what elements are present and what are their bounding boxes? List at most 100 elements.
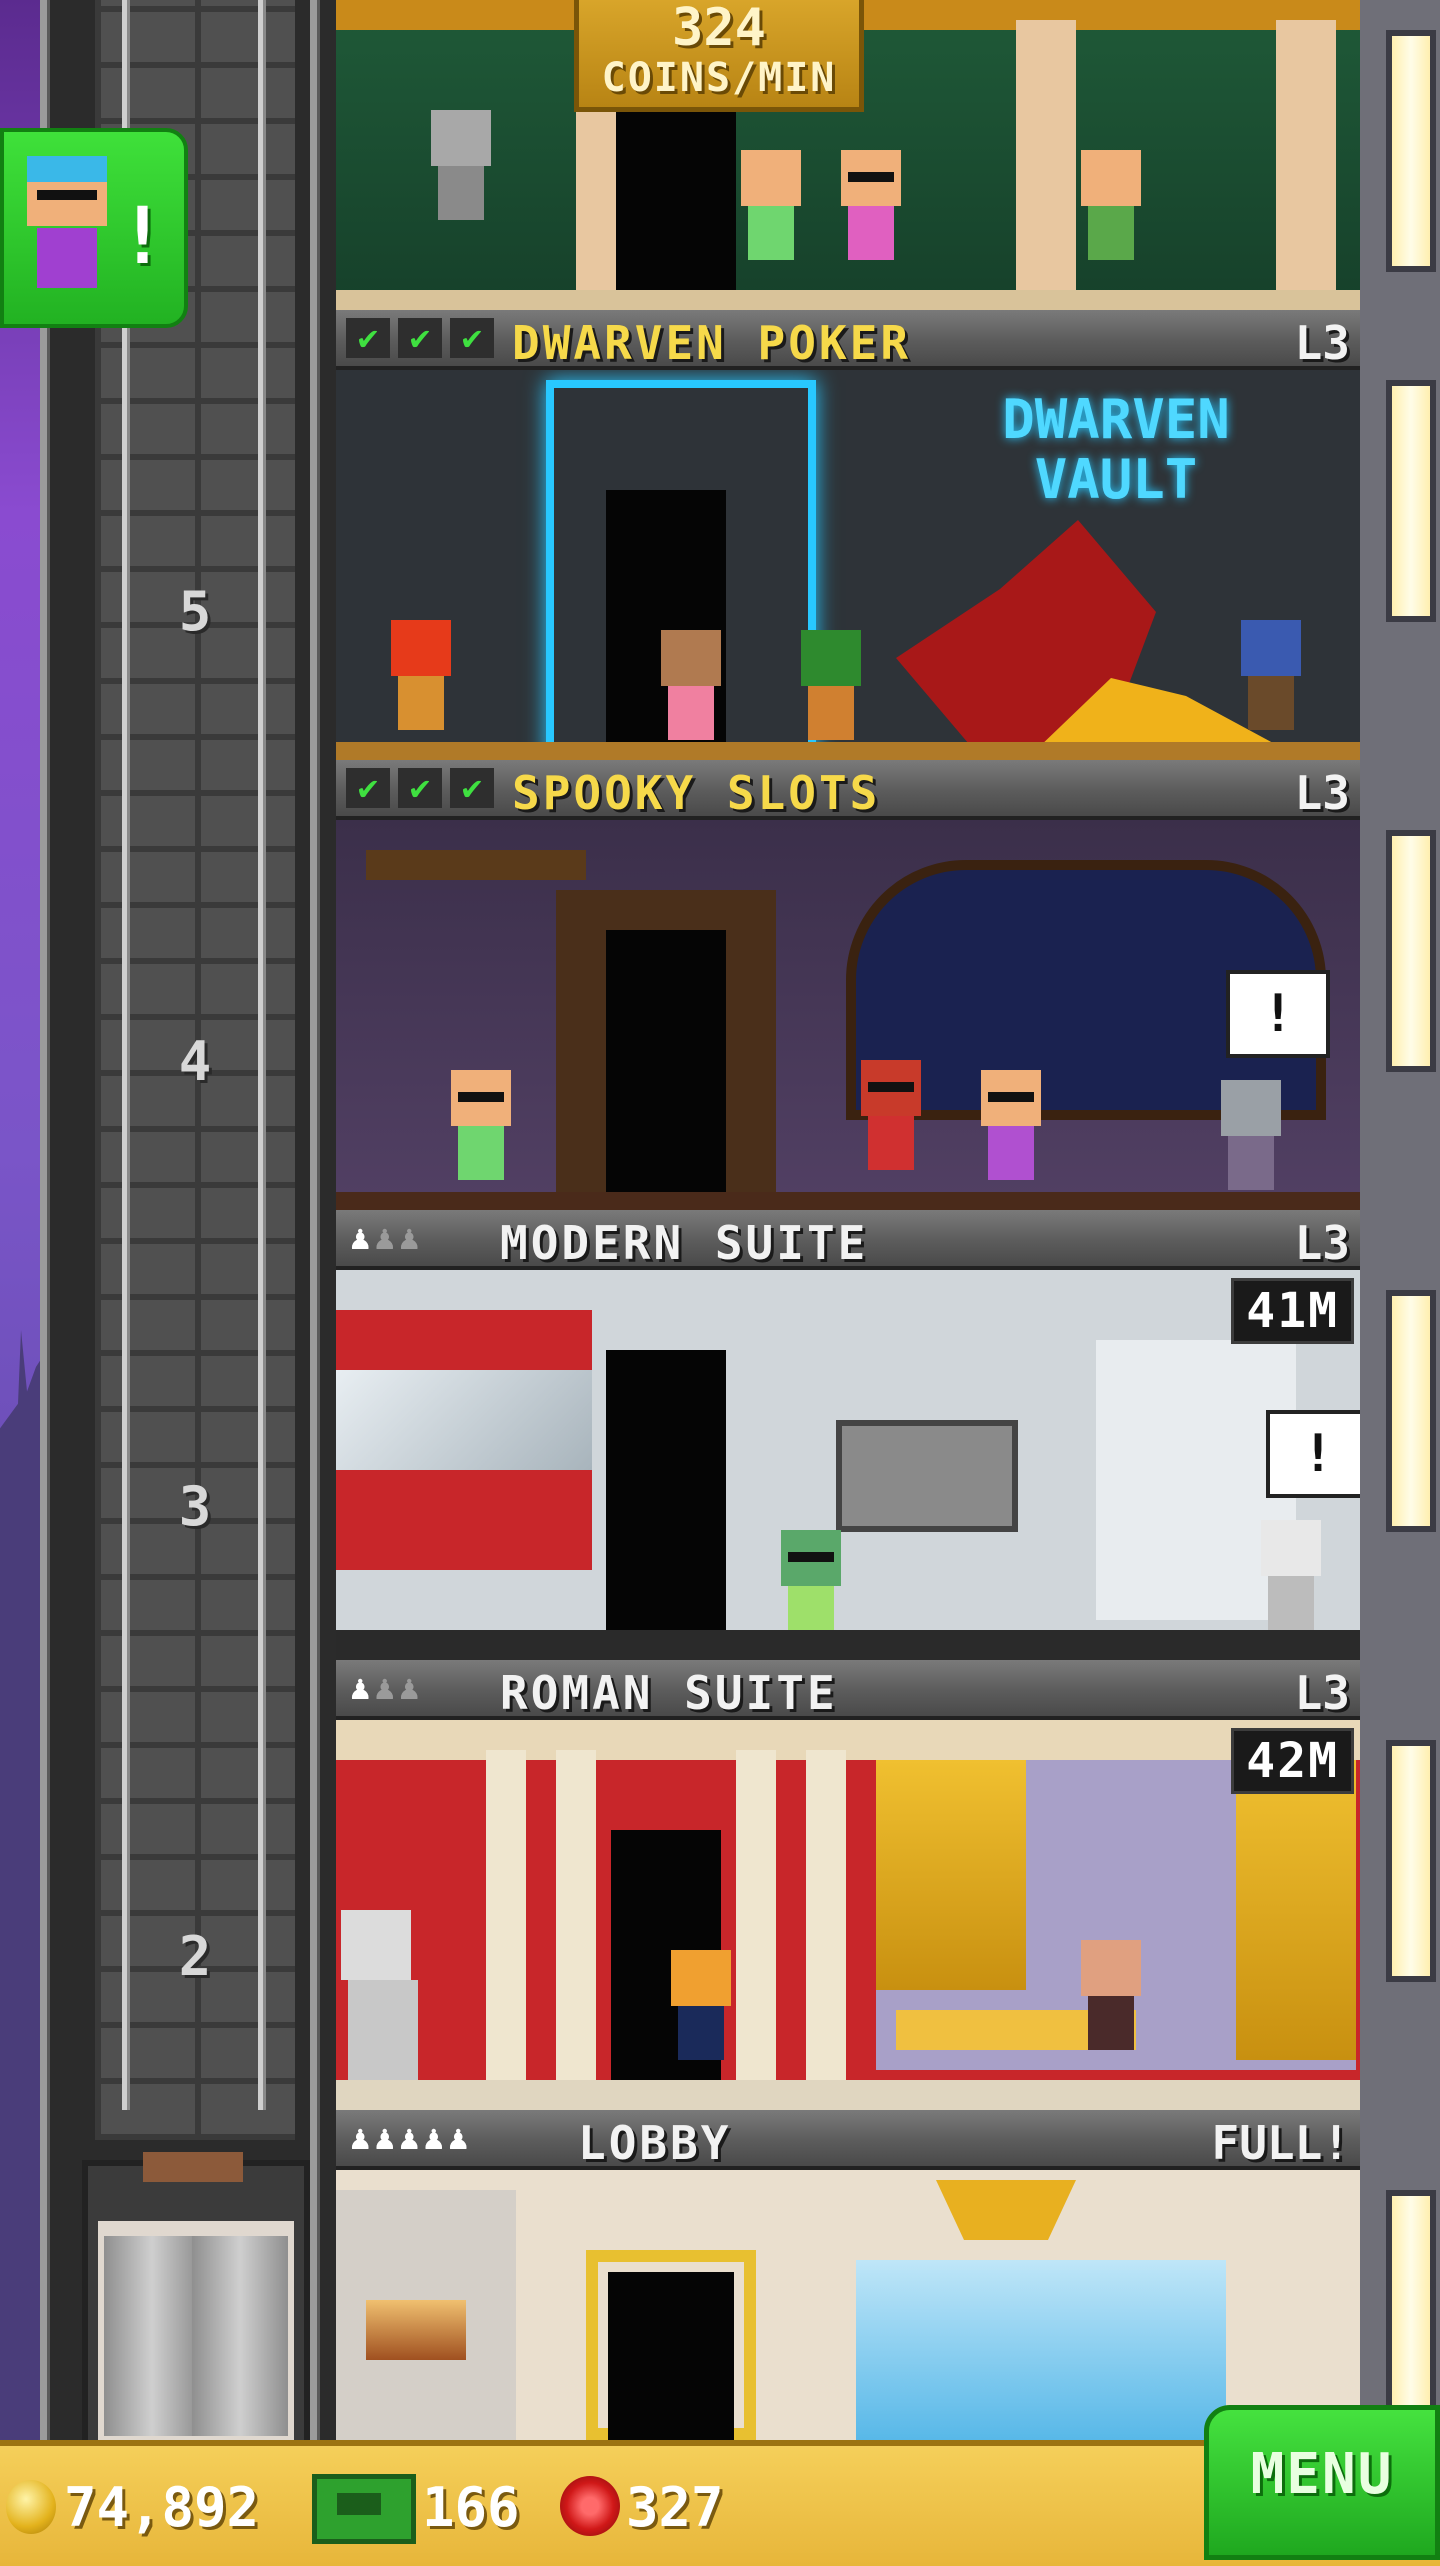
exterior-window xyxy=(1386,1740,1436,1982)
check-icon: ✔ xyxy=(346,768,390,808)
floor-number-4: 4 xyxy=(178,1030,212,1093)
resident-indicator: ♟ ♟ ♟ xyxy=(350,1668,423,1708)
wall-window xyxy=(336,1370,592,1470)
elevator-car[interactable] xyxy=(82,2152,310,2452)
aquarium xyxy=(856,2260,1226,2440)
person-icon: ♟ xyxy=(374,1668,395,1708)
floor-dwarven-poker[interactable]: ✔ ✔ ✔ DWARVEN POKER L3 DWARVEN VAULT xyxy=(336,310,1360,760)
bitizen[interactable] xyxy=(656,630,726,750)
floor-ledge xyxy=(336,290,1360,310)
pillar xyxy=(1016,20,1076,290)
visitor-hat xyxy=(27,156,107,182)
floor-level: L3 xyxy=(1294,766,1350,820)
check-icon: ✔ xyxy=(398,318,442,358)
bitizen[interactable] xyxy=(666,1950,736,2070)
floor-label-bar: ♟ ♟ ♟ ROMAN SUITE L3 xyxy=(336,1660,1360,1720)
elevator-door-left xyxy=(104,2236,200,2436)
robot-character[interactable] xyxy=(1256,1520,1326,1640)
visitor-alert-icon: ! xyxy=(119,192,166,282)
floor-level: L3 xyxy=(1294,316,1350,370)
exterior-window xyxy=(1386,1290,1436,1532)
floor-level: L3 xyxy=(1294,1666,1350,1720)
check-icon: ✔ xyxy=(398,768,442,808)
person-icon: ♟ xyxy=(374,2118,395,2158)
resident-indicator: ♟ ♟ ♟ ♟ ♟ xyxy=(350,2118,472,2158)
price-tag: 42M xyxy=(1231,1728,1354,1794)
bitizen[interactable] xyxy=(836,150,906,270)
person-icon: ♟ xyxy=(398,1668,420,1708)
floor-spooky-slots[interactable]: ✔ ✔ ✔ SPOOKY SLOTS L3 ! xyxy=(336,760,1360,1210)
floor-ledge xyxy=(336,2080,1360,2110)
check-icon: ✔ xyxy=(450,768,494,808)
chandelier xyxy=(936,2180,1076,2240)
spooky-slots-scene[interactable]: ! xyxy=(336,820,1360,1210)
check-icon: ✔ xyxy=(346,318,390,358)
chandelier xyxy=(366,850,586,880)
tower-floors: ✔ ✔ ✔ DWARVEN POKER L3 DWARVEN VAULT ✔ ✔… xyxy=(336,0,1360,2440)
column xyxy=(806,1750,846,2080)
resident-indicator: ♟ ♟ ♟ xyxy=(350,1218,423,1258)
pillar xyxy=(1276,20,1336,290)
floor-lobby[interactable]: ♟ ♟ ♟ ♟ ♟ LOBBY FULL! xyxy=(336,2110,1360,2440)
exterior-window xyxy=(1386,2190,1436,2432)
column xyxy=(736,1750,776,2080)
floor-ledge xyxy=(336,1630,1360,1660)
floor-number-5: 5 xyxy=(178,580,212,643)
floor-roman-suite[interactable]: ♟ ♟ ♟ ROMAN SUITE L3 42M xyxy=(336,1660,1360,2110)
zombie-character[interactable] xyxy=(1216,1080,1286,1200)
coins-per-min-unit: COINS/MIN xyxy=(601,55,837,101)
floor-name: LOBBY xyxy=(578,2116,732,2170)
floor-label-bar: ✔ ✔ ✔ SPOOKY SLOTS L3 xyxy=(336,760,1360,820)
sunset-painting xyxy=(366,2300,466,2360)
coins-per-min-sign: 324 COINS/MIN xyxy=(574,0,864,112)
alert-bubble[interactable]: ! xyxy=(1266,1410,1360,1498)
bitizen[interactable] xyxy=(976,1070,1046,1190)
person-icon: ♟ xyxy=(447,2118,469,2158)
bitizen[interactable] xyxy=(1076,1940,1146,2060)
person-icon: ♟ xyxy=(350,1668,371,1708)
bitizen[interactable] xyxy=(856,1060,926,1180)
wall-painting xyxy=(836,1420,1018,1532)
floor-level: L3 xyxy=(1294,1216,1350,1270)
exterior-window xyxy=(1386,30,1436,272)
floor-name: ROMAN SUITE xyxy=(500,1666,838,1720)
elevator-car-top xyxy=(143,2152,243,2182)
elf-character[interactable] xyxy=(796,630,866,750)
dwarf-character[interactable] xyxy=(386,620,456,740)
roman-suite-scene[interactable]: 42M xyxy=(336,1720,1360,2110)
roman-statue xyxy=(336,1910,466,2080)
dwarven-poker-scene[interactable]: DWARVEN VAULT xyxy=(336,370,1360,760)
floor-ledge xyxy=(336,742,1360,760)
lobby-scene[interactable] xyxy=(336,2170,1360,2440)
person-icon: ♟ xyxy=(423,2118,444,2158)
menu-button[interactable]: MENU xyxy=(1204,2405,1440,2560)
lobby-status: FULL! xyxy=(1211,2116,1350,2170)
person-icon: ♟ xyxy=(374,1218,395,1258)
gem-icon xyxy=(560,2476,620,2536)
dwarven-vault-sign: DWARVEN VAULT xyxy=(1002,388,1230,511)
visitor-avatar xyxy=(22,156,112,306)
person-icon: ♟ xyxy=(398,1218,420,1258)
floor-name: DWARVEN POKER xyxy=(512,316,912,370)
price-tag: 41M xyxy=(1231,1278,1354,1344)
shaft-rail-left xyxy=(40,0,50,2440)
floor-name: MODERN SUITE xyxy=(500,1216,869,1270)
coins-per-min-value: 324 xyxy=(672,0,766,58)
star-checks: ✔ ✔ ✔ xyxy=(346,768,502,808)
floor-label-bar: ✔ ✔ ✔ DWARVEN POKER L3 xyxy=(336,310,1360,370)
floor-label-bar: ♟ ♟ ♟ MODERN SUITE L3 xyxy=(336,1210,1360,1270)
alert-bubble[interactable]: ! xyxy=(1226,970,1330,1058)
gems-count: 327 xyxy=(626,2476,724,2539)
elevator-cable-right xyxy=(258,0,266,2110)
modern-suite-scene[interactable]: ! 41M xyxy=(336,1270,1360,1660)
bitizen[interactable] xyxy=(446,1070,516,1190)
exterior-window xyxy=(1386,380,1436,622)
bux-count: 166 xyxy=(422,2476,520,2539)
visitor-alert-button[interactable]: ! xyxy=(0,128,188,328)
wizard-dwarf-character[interactable] xyxy=(1236,620,1306,740)
bitizen[interactable] xyxy=(1076,150,1146,270)
bitizen[interactable] xyxy=(736,150,806,270)
person-icon: ♟ xyxy=(350,2118,371,2158)
coin-icon xyxy=(6,2480,56,2534)
floor-modern-suite[interactable]: ♟ ♟ ♟ MODERN SUITE L3 ! 41M xyxy=(336,1210,1360,1660)
